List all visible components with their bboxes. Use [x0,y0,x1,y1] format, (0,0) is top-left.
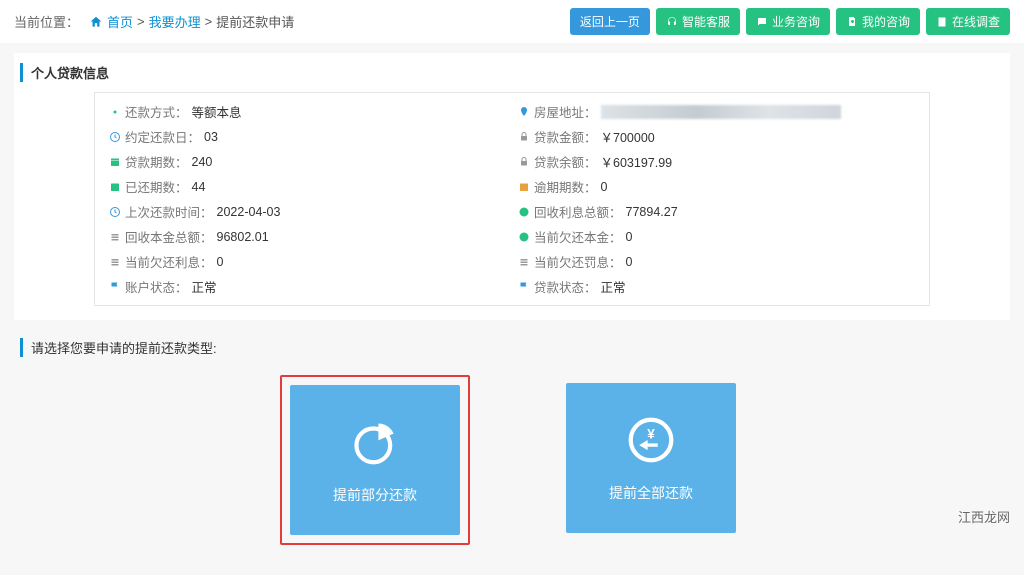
field-last-date: 上次还款时间：2022-04-03 [103,199,512,224]
online-survey-label: 在线调查 [952,13,1000,30]
lock-icon [518,131,530,143]
stack-icon [109,256,121,268]
field-acct-status: 账户状态：正常 [103,274,512,299]
gear-icon [109,106,121,118]
money-icon [518,231,530,243]
card-partial-repayment[interactable]: 提前部分还款 [290,385,460,535]
field-balance: 贷款余额：￥603197.99 [512,149,921,174]
card-full-repayment[interactable]: ¥ 提前全部还款 [566,383,736,533]
flag-icon [518,281,530,293]
card-full-wrap: ¥ 提前全部还款 [558,375,744,545]
back-button-label: 返回上一页 [580,13,640,30]
repayment-type-cards: 提前部分还款 ¥ 提前全部还款 [0,375,1024,575]
breadcrumb: 当前位置： 首页 > 我要办理 > 提前还款申请 [14,12,294,31]
panel-title: 个人贷款信息 [20,63,1010,82]
field-periods: 贷款期数：240 [103,149,512,174]
online-survey-button[interactable]: 在线调查 [926,8,1010,35]
field-owe-principal: 当前欠还本金：0 [512,224,921,249]
info-box: 还款方式：等额本息 房屋地址： 约定还款日：03 贷款金额：￥700000 贷款… [94,92,930,306]
stack-icon [109,231,121,243]
calendar-icon [109,181,121,193]
svg-text:¥: ¥ [647,426,655,441]
choose-title: 请选择您要申请的提前还款类型: [20,338,1024,357]
field-repay-method: 还款方式：等额本息 [103,99,512,124]
lock-icon [518,156,530,168]
card-partial-label: 提前部分还款 [333,485,417,505]
breadcrumb-p2: 提前还款申请 [216,12,294,31]
my-consult-button[interactable]: 我的咨询 [836,8,920,35]
stack-icon [518,256,530,268]
card-full-label: 提前全部还款 [609,483,693,503]
survey-icon [936,16,948,28]
field-owe-penalty: 当前欠还罚息：0 [512,249,921,274]
field-repay-day: 约定还款日：03 [103,124,512,149]
field-principal-total: 回收本金总额：96802.01 [103,224,512,249]
business-consult-button[interactable]: 业务咨询 [746,8,830,35]
field-loan-amount: 贷款金额：￥700000 [512,124,921,149]
watermark: 江西龙网 [958,507,1010,526]
money-icon [518,206,530,218]
field-interest-total: 回收利息总额：77894.27 [512,199,921,224]
field-owe-interest: 当前欠还利息：0 [103,249,512,274]
field-overdue: 逾期期数：0 [512,174,921,199]
breadcrumb-sep: > [137,14,145,29]
top-buttons: 返回上一页 智能客服 业务咨询 我的咨询 在线调查 [570,8,1010,35]
flag-icon [109,281,121,293]
smart-service-button[interactable]: 智能客服 [656,8,740,35]
home-icon [89,15,103,29]
clock-icon [109,131,121,143]
business-consult-label: 业务咨询 [772,13,820,30]
calendar-icon [518,181,530,193]
field-paid-periods: 已还期数：44 [103,174,512,199]
breadcrumb-p1[interactable]: 我要办理 [149,12,201,31]
smart-service-label: 智能客服 [682,13,730,30]
calendar-icon [109,156,121,168]
topbar: 当前位置： 首页 > 我要办理 > 提前还款申请 返回上一页 智能客服 业务咨询… [0,0,1024,43]
doc-search-icon [846,16,858,28]
pie-chart-icon [348,415,402,469]
card-partial-highlight: 提前部分还款 [280,375,470,545]
field-house-addr: 房屋地址： [512,99,921,124]
breadcrumb-sep: > [205,14,213,29]
breadcrumb-label: 当前位置： [14,12,79,31]
pin-icon [518,106,530,118]
loan-info-panel: 个人贷款信息 还款方式：等额本息 房屋地址： 约定还款日：03 贷款金额：￥70… [14,53,1010,320]
refund-icon: ¥ [624,413,678,467]
field-loan-status: 贷款状态：正常 [512,274,921,299]
redacted-value [601,105,841,119]
headset-icon [666,16,678,28]
back-button[interactable]: 返回上一页 [570,8,650,35]
breadcrumb-home[interactable]: 首页 [107,12,133,31]
my-consult-label: 我的咨询 [862,13,910,30]
clock-icon [109,206,121,218]
chat-icon [756,16,768,28]
